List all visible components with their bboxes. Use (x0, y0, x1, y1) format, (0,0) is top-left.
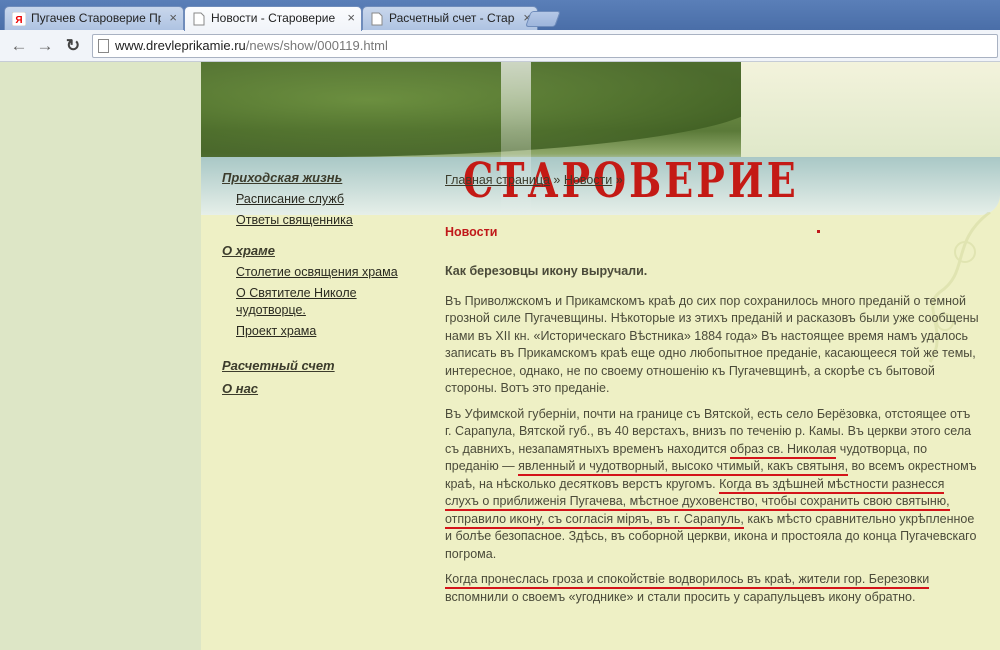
browser-toolbar: ← → ↻ www.drevleprikamie.ru/news/show/00… (0, 30, 1000, 62)
text-segment: вспомнили о своемъ «угоднике» и стали пр… (445, 589, 916, 604)
page-icon (98, 39, 109, 53)
red-dot-mark (817, 230, 820, 233)
url-path: /news/show/000119.html (245, 38, 388, 53)
yandex-favicon-icon: Я (12, 12, 26, 26)
article-paragraph-3: Когда пронеслась гроза и спокойствіе вод… (445, 571, 980, 606)
breadcrumb-home-link[interactable]: Главная страница (445, 173, 550, 187)
back-arrow-icon[interactable]: ← (8, 35, 30, 57)
article-paragraph-2: Въ Уфимской губерніи, почти на границе с… (445, 406, 980, 564)
breadcrumb: Главная страница » Новости » (445, 172, 980, 190)
browser-tabstrip: Я Пугачев Староверие Прик × Новости - Ст… (0, 0, 1000, 31)
tab-title: Расчетный счет - Старов (389, 11, 515, 25)
article-headline: Как березовцы икону выручали. (445, 264, 648, 278)
close-tab-icon[interactable]: × (347, 10, 355, 25)
tab-account[interactable]: Расчетный счет - Старов × (362, 6, 538, 30)
menu-section-about-temple[interactable]: О храме (222, 243, 422, 258)
sidebar-menu: Приходская жизнь Расписание служб Ответы… (222, 170, 422, 402)
menu-item-schedule[interactable]: Расписание служб (236, 191, 422, 208)
article-paragraph-1: Въ Приволжскомъ и Прикамскомъ краѣ до си… (445, 293, 979, 396)
section-title: Новости (445, 224, 498, 239)
tab-news[interactable]: Новости - Староверие Пр × (184, 6, 362, 31)
menu-section-about-us[interactable]: О нас (222, 381, 422, 396)
tab-title: Новости - Староверие Пр (211, 11, 339, 25)
article: Главная страница » Новости » Новости Как… (445, 172, 980, 606)
forward-arrow-icon[interactable]: → (34, 35, 56, 57)
tab-pugachev[interactable]: Я Пугачев Староверие Прик × (4, 6, 184, 30)
menu-section-bank-account[interactable]: Расчетный счет (222, 358, 422, 373)
address-bar[interactable]: www.drevleprikamie.ru/news/show/000119.h… (92, 34, 998, 58)
url-domain: www.drevleprikamie.ru (115, 38, 246, 53)
page-favicon-icon (193, 12, 205, 26)
underlined-text: Когда пронеслась гроза и спокойствіе вод… (445, 572, 930, 589)
menu-item-priest-answers[interactable]: Ответы священника (236, 212, 422, 229)
new-tab-button[interactable] (525, 11, 561, 27)
underlined-text: образ св. Николая (730, 441, 837, 459)
close-tab-icon[interactable]: × (169, 10, 177, 25)
banner-forest (201, 62, 761, 157)
menu-section-parish-life[interactable]: Приходская жизнь (222, 170, 422, 185)
breadcrumb-trail: » (615, 173, 623, 187)
menu-item-st-nicholas[interactable]: О Святителе Николе чудотворце. (236, 285, 386, 319)
menu-item-centenary[interactable]: Столетие освящения храма (236, 264, 422, 281)
underlined-text: явленный и чудотворный, высоко чтимый, к… (518, 459, 849, 476)
breadcrumb-separator: » (553, 173, 561, 187)
menu-item-temple-project[interactable]: Проект храма (236, 323, 422, 340)
breadcrumb-news-link[interactable]: Новости (564, 173, 612, 187)
page-favicon-icon (371, 12, 383, 26)
tab-title: Пугачев Староверие Прик (31, 11, 161, 25)
svg-text:Я: Я (15, 15, 22, 26)
left-margin (0, 62, 201, 650)
banner-sky (741, 62, 1000, 157)
reload-icon[interactable]: ↻ (62, 35, 84, 57)
